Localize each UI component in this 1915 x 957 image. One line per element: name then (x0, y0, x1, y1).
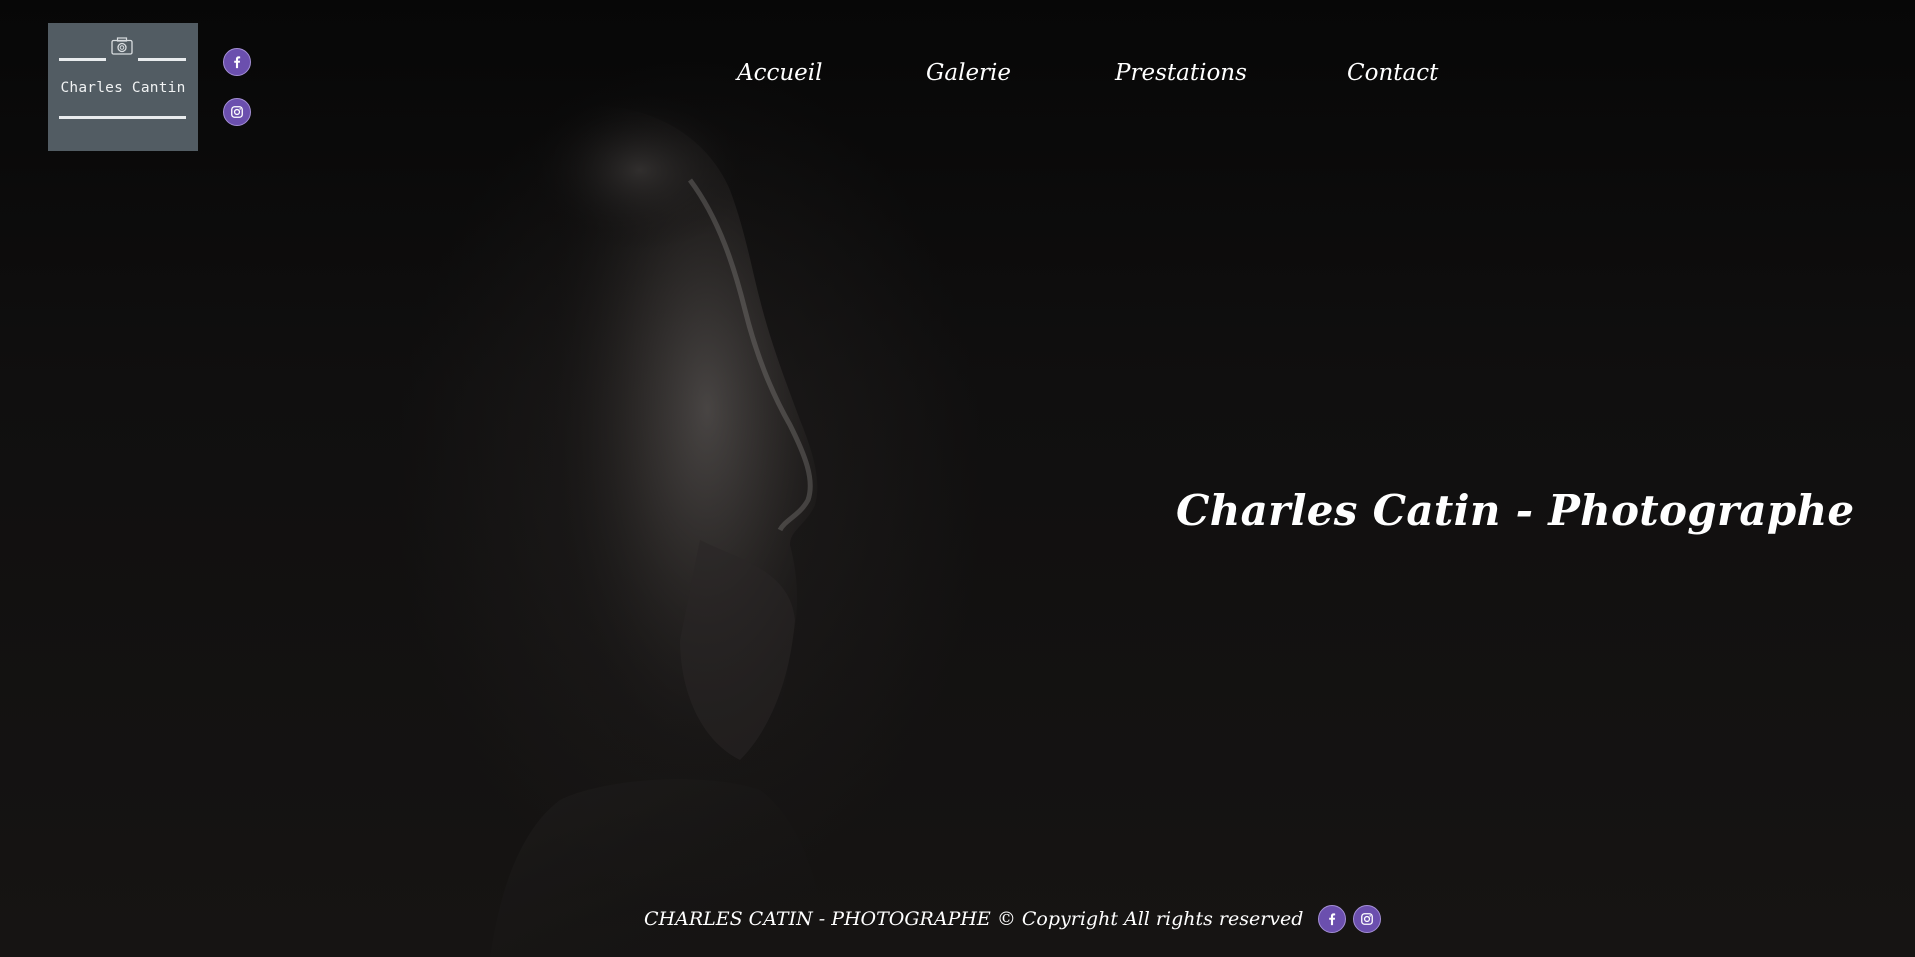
nav-item-prestations[interactable]: Prestations (1115, 60, 1247, 86)
instagram-icon (231, 106, 243, 118)
logo-rule-bottom (59, 116, 186, 119)
logo-rule-right (138, 58, 186, 61)
footer-copyright: CHARLES CATIN - PHOTOGRAPHE © Copyright … (644, 908, 1304, 930)
logo-rule-left (59, 58, 106, 61)
nav-item-accueil[interactable]: Accueil (737, 60, 823, 86)
nav-item-galerie[interactable]: Galerie (926, 60, 1011, 86)
instagram-icon (1361, 913, 1374, 925)
site-logo[interactable]: Charles Cantin (48, 23, 198, 151)
facebook-icon (1329, 913, 1336, 926)
nav-item-contact[interactable]: Contact (1347, 60, 1438, 86)
facebook-link[interactable] (223, 48, 251, 76)
logo-text: Charles Cantin (60, 80, 186, 96)
footer-facebook-link[interactable] (1318, 905, 1347, 933)
instagram-link[interactable] (223, 98, 251, 126)
facebook-icon (234, 56, 241, 69)
footer-instagram-link[interactable] (1353, 905, 1382, 933)
hero-headline: Charles Catin - Photographe (1176, 486, 1855, 535)
camera-icon (111, 37, 133, 55)
footer: CHARLES CATIN - PHOTOGRAPHE © Copyright … (644, 905, 1382, 933)
portrait-image (490, 90, 830, 957)
